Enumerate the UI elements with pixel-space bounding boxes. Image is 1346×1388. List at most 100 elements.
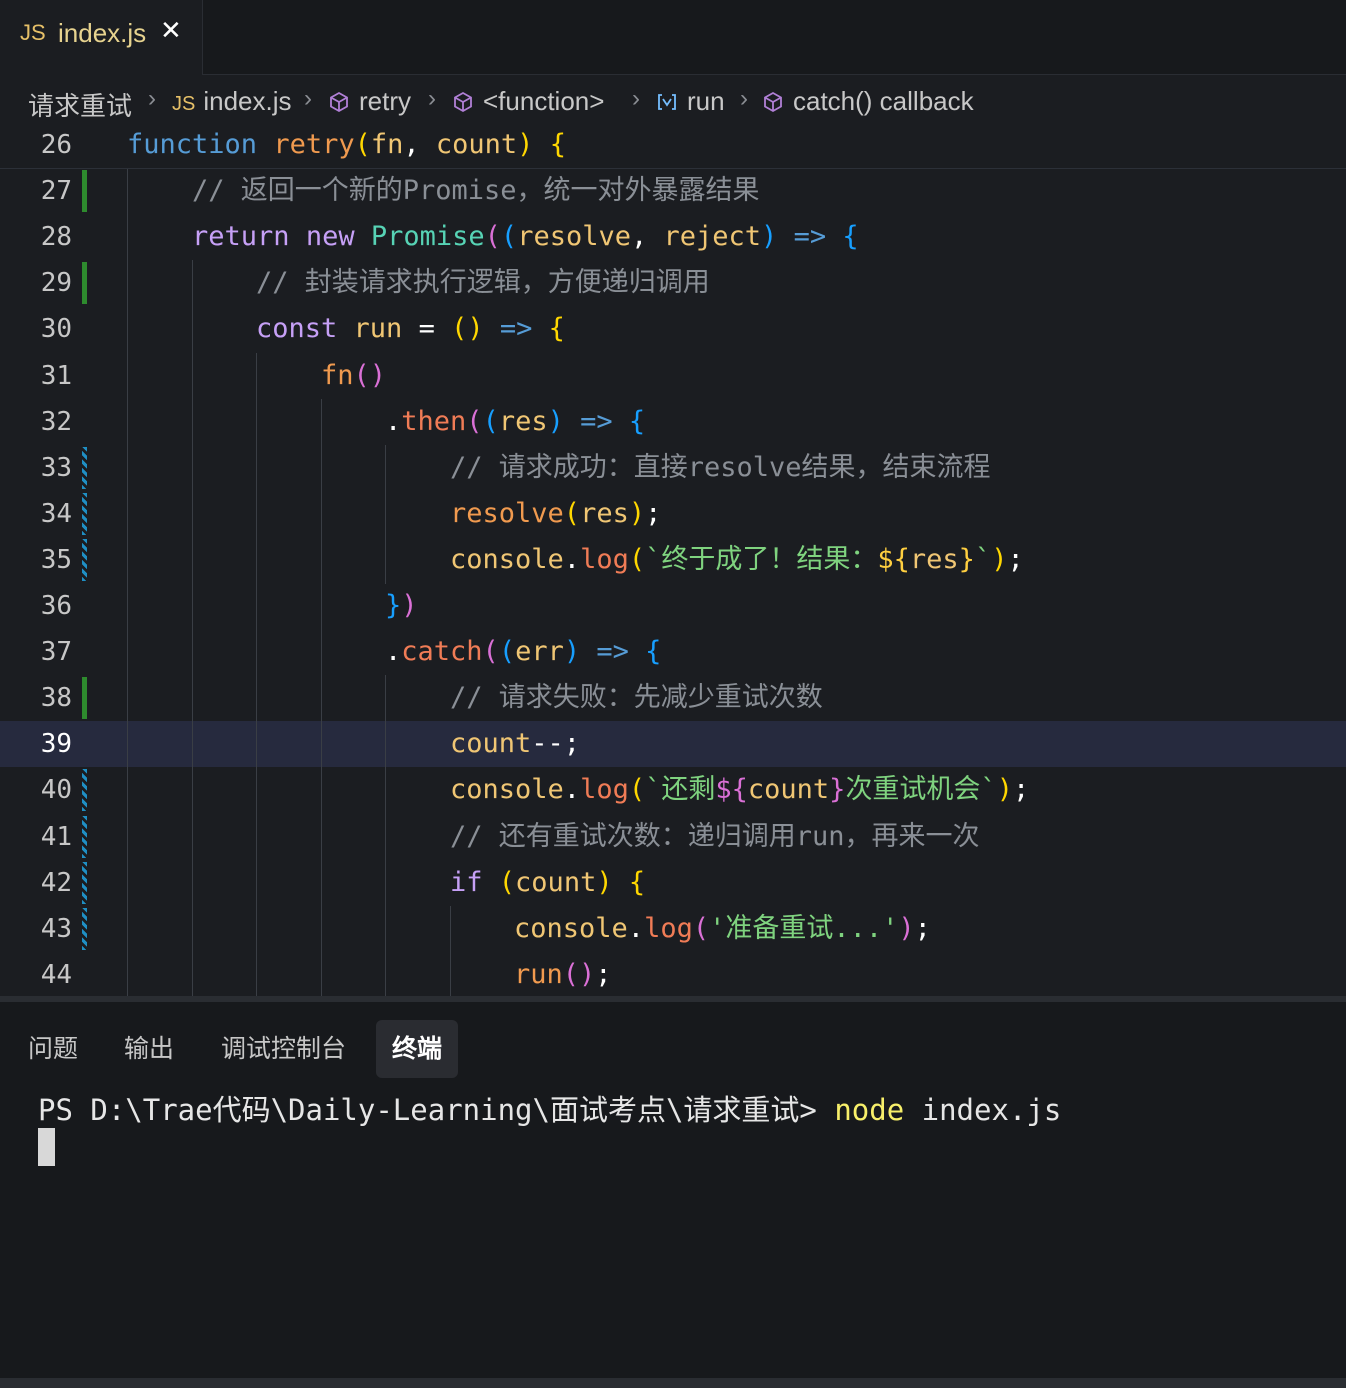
- code-token: (): [353, 360, 387, 391]
- sticky-scroll-line[interactable]: 26 function retry(fn, count) {: [0, 122, 1346, 169]
- code-line[interactable]: 32 .then((res) => {: [0, 399, 1346, 446]
- git-modified-indicator[interactable]: [82, 908, 87, 950]
- indent-guide: [127, 306, 128, 353]
- terminal-output[interactable]: PS D:\Trae代码\Daily-Learning\面试考点\请求重试> n…: [38, 1090, 1061, 1130]
- breadcrumb-item[interactable]: JS index.js: [172, 86, 292, 117]
- indent-guide: [192, 629, 193, 676]
- indent-guide: [385, 814, 386, 861]
- indent-guide: [321, 675, 322, 722]
- indent-guide: [192, 399, 193, 446]
- code-line[interactable]: 31 fn(): [0, 353, 1346, 400]
- git-added-indicator[interactable]: [82, 677, 87, 719]
- code-token: // 请求失败：先减少重试次数: [450, 682, 823, 713]
- code-token: =: [402, 313, 452, 344]
- indent-guide: [192, 537, 193, 584]
- indent-guide: [321, 814, 322, 861]
- code-token: ): [898, 913, 915, 944]
- git-modified-indicator[interactable]: [82, 493, 87, 535]
- code-text: .then((res) => {: [385, 399, 645, 445]
- indent-guide: [192, 860, 193, 907]
- code-token: // 封装请求执行逻辑，方便递归调用: [256, 267, 710, 298]
- code-token: const: [256, 313, 338, 344]
- code-token: (: [354, 129, 371, 160]
- indent-guide: [127, 445, 128, 492]
- chevron-right-icon: ›: [304, 85, 312, 112]
- indent-guide: [321, 906, 322, 953]
- indent-guide: [127, 721, 128, 768]
- code-line[interactable]: 28 return new Promise((resolve, reject) =…: [0, 214, 1346, 261]
- code-line[interactable]: 35 console.log(`终于成了！结果：${res}`);: [0, 537, 1346, 584]
- indent-guide: [127, 214, 128, 261]
- indent-guide: [127, 491, 128, 538]
- code-token: {: [548, 313, 565, 344]
- code-editor[interactable]: 26 function retry(fn, count) {27// 返回一个新的…: [0, 122, 1346, 996]
- code-line[interactable]: 40 console.log(`还剩${count}次重试机会`);: [0, 767, 1346, 814]
- tab-output[interactable]: 输出: [124, 1020, 174, 1078]
- code-token: ,: [403, 129, 436, 160]
- breadcrumb-item[interactable]: retry: [328, 86, 411, 117]
- indent-guide: [450, 952, 451, 996]
- code-token: ): [596, 867, 613, 898]
- code-line[interactable]: 39 count--;: [0, 721, 1346, 768]
- code-line[interactable]: 44 run();: [0, 952, 1346, 996]
- git-modified-indicator[interactable]: [82, 816, 87, 858]
- code-token: resolve: [517, 221, 631, 252]
- code-token: return: [192, 221, 290, 252]
- git-added-indicator[interactable]: [82, 262, 87, 304]
- line-number: 40: [40, 775, 72, 805]
- breadcrumb-item[interactable]: <function>: [452, 86, 604, 117]
- indent-guide: [321, 491, 322, 538]
- code-token: }: [958, 544, 975, 575]
- code-line[interactable]: 34 resolve(res);: [0, 491, 1346, 538]
- code-line[interactable]: 37 .catch((err) => {: [0, 629, 1346, 676]
- code-token: log: [580, 544, 629, 575]
- code-line[interactable]: 41 // 还有重试次数：递归调用run，再来一次: [0, 814, 1346, 861]
- git-modified-indicator[interactable]: [82, 769, 87, 811]
- code-text: console.log('准备重试...');: [514, 906, 931, 952]
- bottom-panel: 问题 输出 调试控制台 终端 PS D:\Trae代码\Daily-Learni…: [0, 1002, 1346, 1378]
- git-modified-indicator[interactable]: [82, 539, 87, 581]
- code-token: retry: [273, 129, 355, 160]
- tab-problems[interactable]: 问题: [28, 1020, 78, 1078]
- git-modified-indicator[interactable]: [82, 447, 87, 489]
- close-icon[interactable]: ✕: [160, 16, 182, 46]
- tab-debug-console[interactable]: 调试控制台: [221, 1020, 346, 1078]
- indent-guide: [321, 629, 322, 676]
- code-line[interactable]: 33 // 请求成功：直接resolve结果，结束流程: [0, 445, 1346, 492]
- code-line[interactable]: 27 // 返回一个新的Promise，统一对外暴露结果: [0, 168, 1346, 215]
- tab-terminal[interactable]: 终端: [376, 1020, 459, 1078]
- code-token: ;: [1007, 544, 1024, 575]
- tab-index-js[interactable]: JS index.js ✕: [0, 0, 203, 75]
- git-modified-indicator[interactable]: [82, 862, 87, 904]
- code-line[interactable]: 29 // 封装请求执行逻辑，方便递归调用: [0, 260, 1346, 307]
- chevron-right-icon: ›: [632, 85, 640, 112]
- indent-guide: [127, 860, 128, 907]
- breadcrumb-item[interactable]: 请求重试: [28, 86, 132, 123]
- code-line[interactable]: 43 console.log('准备重试...');: [0, 906, 1346, 953]
- indent-guide: [192, 767, 193, 814]
- indent-guide: [385, 906, 386, 953]
- code-line[interactable]: 38 // 请求失败：先减少重试次数: [0, 675, 1346, 722]
- indent-guide: [256, 814, 257, 861]
- breadcrumb-item[interactable]: run: [656, 86, 725, 117]
- code-token: function: [127, 129, 258, 160]
- horizontal-scrollbar[interactable]: [0, 1378, 1346, 1388]
- git-added-indicator[interactable]: [82, 170, 87, 212]
- code-token: (: [482, 406, 499, 437]
- code-line[interactable]: 42 if (count) {: [0, 860, 1346, 907]
- breadcrumb-item[interactable]: catch() callback: [762, 86, 974, 117]
- terminal-args: index.js: [904, 1093, 1062, 1127]
- code-token: res: [498, 406, 548, 437]
- indent-guide: [256, 445, 257, 492]
- code-token: .: [385, 636, 402, 667]
- code-token: ): [563, 636, 581, 667]
- code-token: ): [761, 221, 778, 252]
- code-line[interactable]: 36}): [0, 583, 1346, 630]
- indent-guide: [127, 537, 128, 584]
- indent-guide: [127, 629, 128, 676]
- code-line[interactable]: 30 const run = () => {: [0, 306, 1346, 353]
- code-text: function retry(fn, count) {: [127, 122, 566, 168]
